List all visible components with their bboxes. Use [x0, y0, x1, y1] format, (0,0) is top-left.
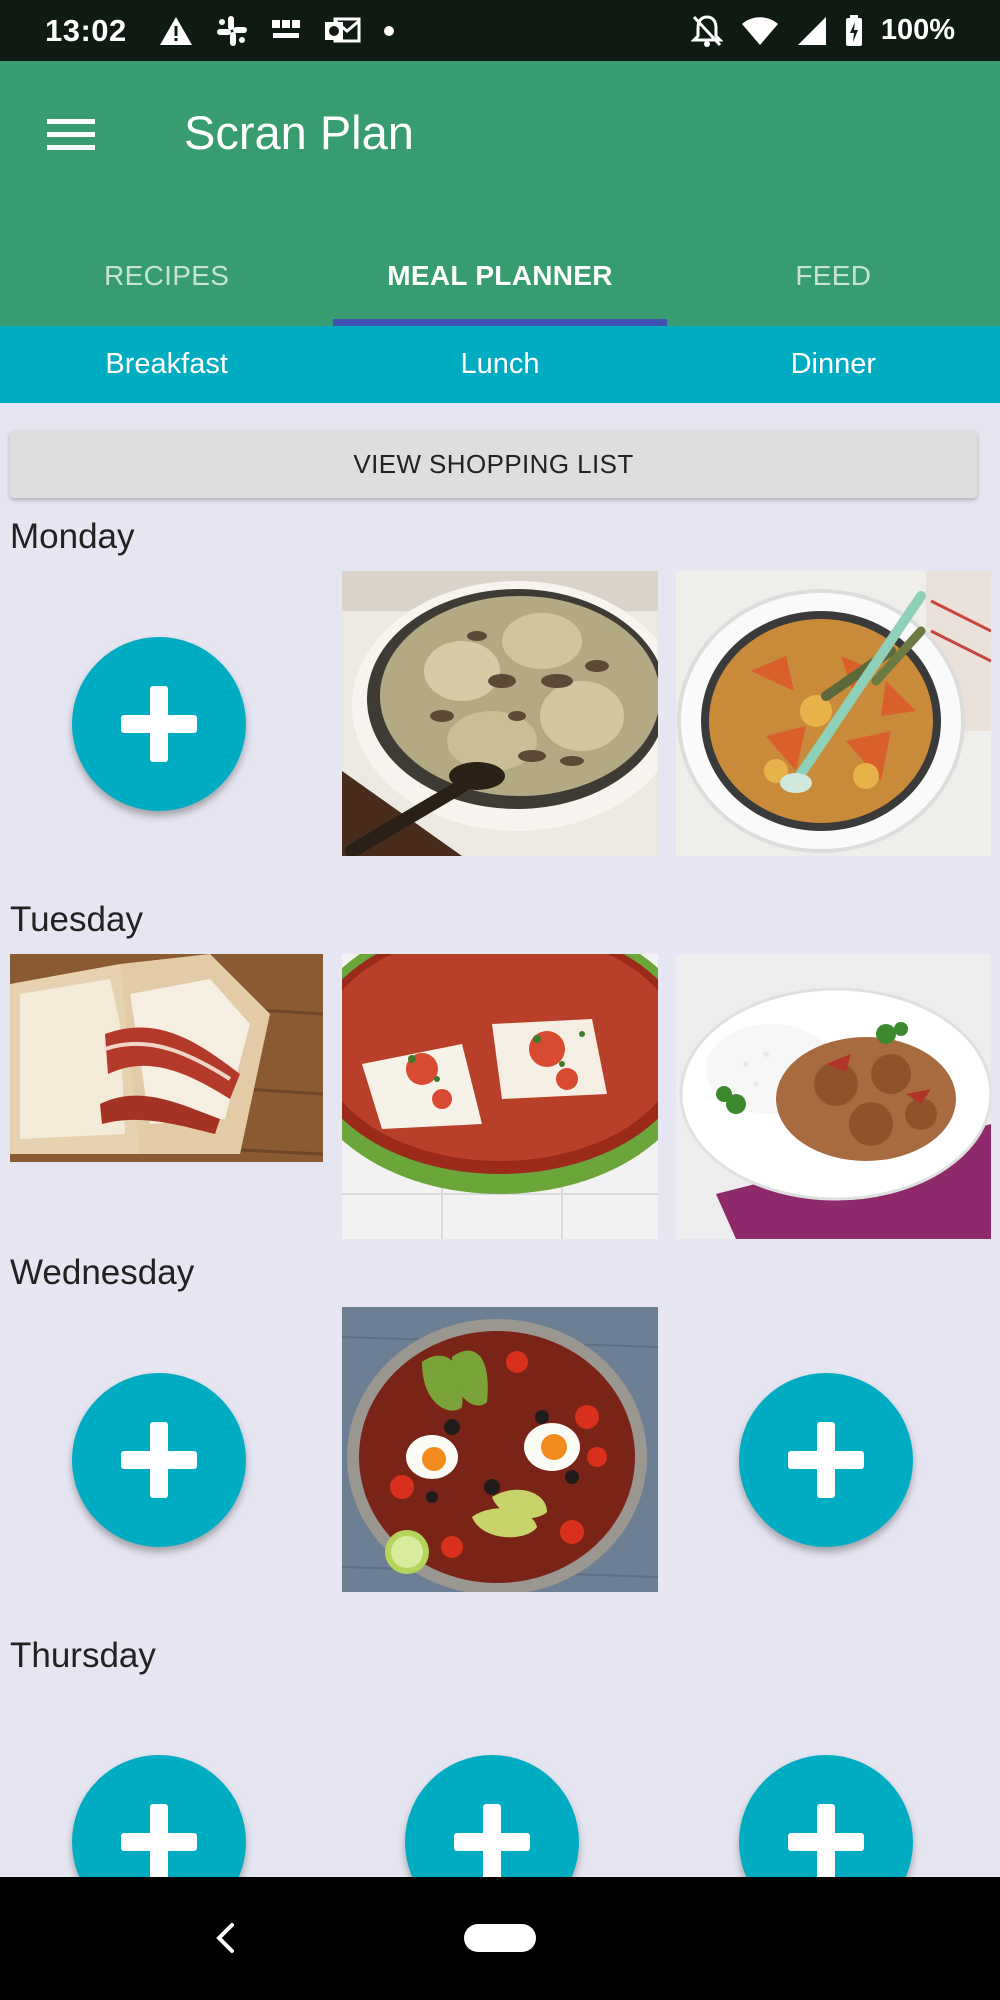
plus-icon [788, 1422, 864, 1498]
system-navigation-bar [0, 1877, 1000, 2000]
wifi-icon [741, 16, 779, 46]
warning-icon [159, 16, 193, 46]
bbc-news-icon [271, 18, 301, 44]
app-title: Scran Plan [184, 106, 414, 159]
add-meal-button[interactable] [72, 1373, 246, 1547]
tab-meal-planner[interactable]: MEAL PLANNER [333, 226, 666, 326]
plus-icon [121, 686, 197, 762]
day-label-monday: Monday [10, 517, 135, 556]
slack-icon [215, 14, 249, 48]
battery-percentage: 100% [880, 14, 955, 46]
plus-icon [121, 1804, 197, 1880]
plus-icon [121, 1422, 197, 1498]
creamy-chicken-pan-image[interactable] [342, 571, 658, 856]
day-label-tuesday: Tuesday [10, 900, 143, 939]
vegetable-stew-pot-image[interactable] [676, 571, 991, 856]
outlook-icon [323, 15, 361, 47]
tab-recipes[interactable]: RECIPES [0, 226, 333, 326]
status-bar: 13:02 100% [0, 0, 1000, 61]
meal-type-dinner: Dinner [790, 348, 877, 380]
dot-icon [383, 25, 395, 37]
home-button[interactable] [464, 1924, 536, 1952]
day-label-wednesday: Wednesday [10, 1253, 195, 1292]
shakshuka-avocado-image[interactable] [342, 1307, 658, 1592]
bacon-sandwich-image[interactable] [10, 954, 323, 1162]
active-tab-indicator [333, 319, 667, 326]
meal-type-header: Breakfast Lunch Dinner [0, 326, 1000, 403]
menu-button[interactable] [40, 107, 102, 163]
add-meal-button[interactable] [739, 1373, 913, 1547]
notifications-off-icon [690, 14, 723, 48]
view-shopping-list-button[interactable]: VIEW SHOPPING LIST [10, 431, 977, 498]
hamburger-menu-icon [47, 119, 95, 150]
chevron-left-icon [216, 1923, 234, 1953]
app-bar: Scran Plan RECIPES MEAL PLANNER FEED [0, 61, 1000, 326]
status-notification-icons [159, 14, 395, 48]
chicken-curry-rice-image[interactable] [676, 954, 991, 1239]
status-time: 13:02 [45, 12, 127, 48]
meal-type-breakfast: Breakfast [105, 348, 228, 380]
meal-type-lunch: Lunch [460, 348, 540, 380]
back-button[interactable] [200, 1913, 250, 1963]
main-tabs: RECIPES MEAL PLANNER FEED [0, 226, 1000, 326]
status-system-icons: 100% [690, 14, 955, 48]
battery-charging-icon [845, 14, 863, 47]
add-meal-button[interactable] [72, 637, 246, 811]
signal-icon [797, 16, 827, 46]
day-label-thursday: Thursday [10, 1636, 156, 1675]
fish-tomato-sauce-image[interactable] [342, 954, 658, 1239]
plus-icon [454, 1804, 530, 1880]
plus-icon [788, 1804, 864, 1880]
tab-feed[interactable]: FEED [667, 226, 1000, 326]
